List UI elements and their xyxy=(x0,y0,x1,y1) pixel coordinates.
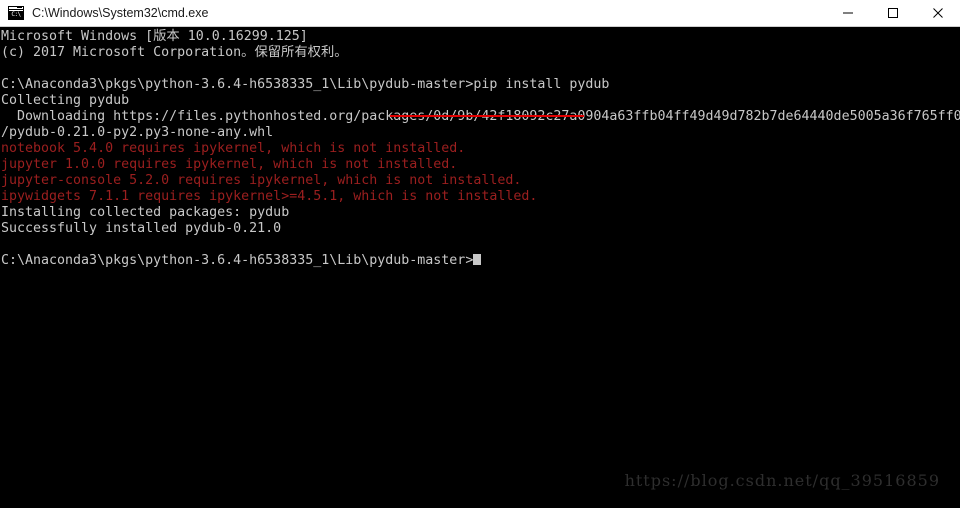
terminal-cursor xyxy=(473,254,482,265)
terminal-command-line: C:\Anaconda3\pkgs\python-3.6.4-h6538335_… xyxy=(1,77,610,92)
title-bar[interactable]: C:\ C:\Windows\System32\cmd.exe xyxy=(0,0,960,27)
command-highlight-underline xyxy=(390,115,584,117)
terminal-line: (c) 2017 Microsoft Corporation。保留所有权利。 xyxy=(1,45,348,60)
minimize-icon xyxy=(842,12,853,14)
cmd-window: C:\ C:\Windows\System32\cmd.exe Microsof… xyxy=(0,0,960,508)
cmd-console-icon-text: C:\ xyxy=(9,11,23,19)
terminal-output[interactable]: Microsoft Windows [版本 10.0.16299.125] (c… xyxy=(0,27,960,508)
maximize-button[interactable] xyxy=(870,0,915,27)
close-icon xyxy=(932,8,943,18)
cmd-console-icon: C:\ xyxy=(8,6,24,20)
window-title: C:\Windows\System32\cmd.exe xyxy=(32,6,209,20)
maximize-icon xyxy=(887,8,898,18)
close-button[interactable] xyxy=(915,0,960,27)
window-controls xyxy=(825,0,960,27)
terminal-line: Installing collected packages: pydub xyxy=(1,205,290,220)
terminal-line: Successfully installed pydub-0.21.0 xyxy=(1,221,282,236)
terminal-line: Collecting pydub xyxy=(1,93,130,108)
terminal-warning-line: ipywidgets 7.1.1 requires ipykernel>=4.5… xyxy=(1,189,538,204)
terminal-prompt-line: C:\Anaconda3\pkgs\python-3.6.4-h6538335_… xyxy=(0,253,960,269)
terminal-warning-line: jupyter 1.0.0 requires ipykernel, which … xyxy=(1,157,458,172)
terminal-line: Microsoft Windows [版本 10.0.16299.125] xyxy=(1,29,308,44)
minimize-button[interactable] xyxy=(825,0,870,27)
terminal-line: Downloading https://files.pythonhosted.o… xyxy=(17,109,960,124)
watermark-text: https://blog.csdn.net/qq_39516859 xyxy=(624,471,940,490)
terminal-line: /pydub-0.21.0-py2.py3-none-any.whl xyxy=(1,125,274,140)
terminal-warning-line: jupyter-console 5.2.0 requires ipykernel… xyxy=(1,173,522,188)
terminal-warning-line: notebook 5.4.0 requires ipykernel, which… xyxy=(1,141,466,156)
terminal-prompt-text: C:\Anaconda3\pkgs\python-3.6.4-h6538335_… xyxy=(1,253,474,268)
